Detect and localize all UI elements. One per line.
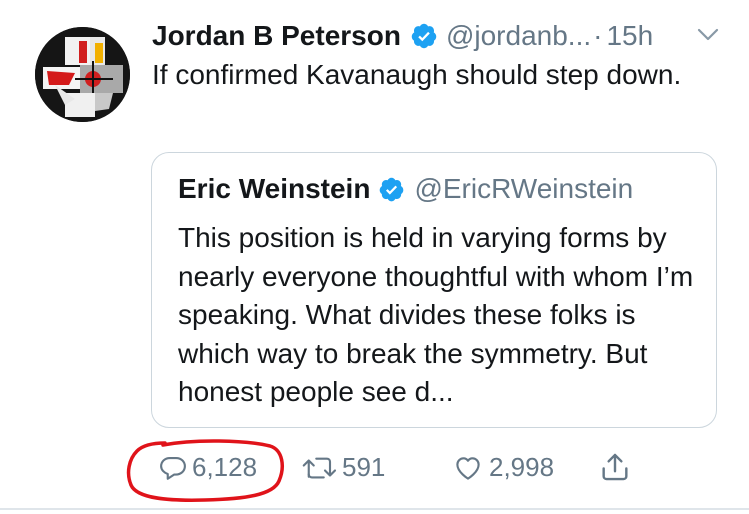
heart-icon xyxy=(456,456,480,480)
retweet-button[interactable]: 591 xyxy=(300,452,385,483)
retweet-count: 591 xyxy=(342,452,386,482)
verified-badge-icon xyxy=(380,177,404,201)
like-button[interactable]: 2,998 xyxy=(453,452,554,483)
chevron-down-icon[interactable] xyxy=(696,26,720,44)
avatar-logo-image xyxy=(35,27,130,122)
author-handle[interactable]: @jordanb... xyxy=(446,20,591,52)
tweet-text: If confirmed Kavanaugh should step down. xyxy=(152,59,682,90)
like-count: 2,998 xyxy=(489,452,555,482)
quoted-tweet-header: Eric Weinstein @EricRWeinstein xyxy=(178,169,633,209)
header-separator: · xyxy=(593,20,603,51)
divider xyxy=(0,508,749,510)
quoted-author-name: Eric Weinstein xyxy=(178,173,371,204)
quoted-author-handle: @EricRWeinstein xyxy=(414,173,634,204)
verified-badge-icon xyxy=(411,23,437,49)
reply-bubble-icon xyxy=(160,456,186,480)
author-avatar[interactable] xyxy=(35,27,130,122)
retweet-icon xyxy=(302,457,337,478)
quoted-tweet-text: This position is held in varying forms b… xyxy=(178,222,694,407)
reply-button[interactable]: 6,128 xyxy=(158,452,257,483)
tweet-header: Jordan B Peterson @jordanb... · 15h xyxy=(152,16,732,56)
share-upload-icon xyxy=(602,453,628,481)
tweet-action-bar: 6,128 591 2,998 xyxy=(0,452,749,492)
quoted-tweet-card[interactable]: Eric Weinstein @EricRWeinstein This posi… xyxy=(151,152,717,428)
reply-count: 6,128 xyxy=(192,452,258,482)
share-button[interactable] xyxy=(598,450,632,484)
author-name[interactable]: Jordan B Peterson xyxy=(152,20,401,52)
tweet-timestamp[interactable]: 15h xyxy=(606,20,653,52)
